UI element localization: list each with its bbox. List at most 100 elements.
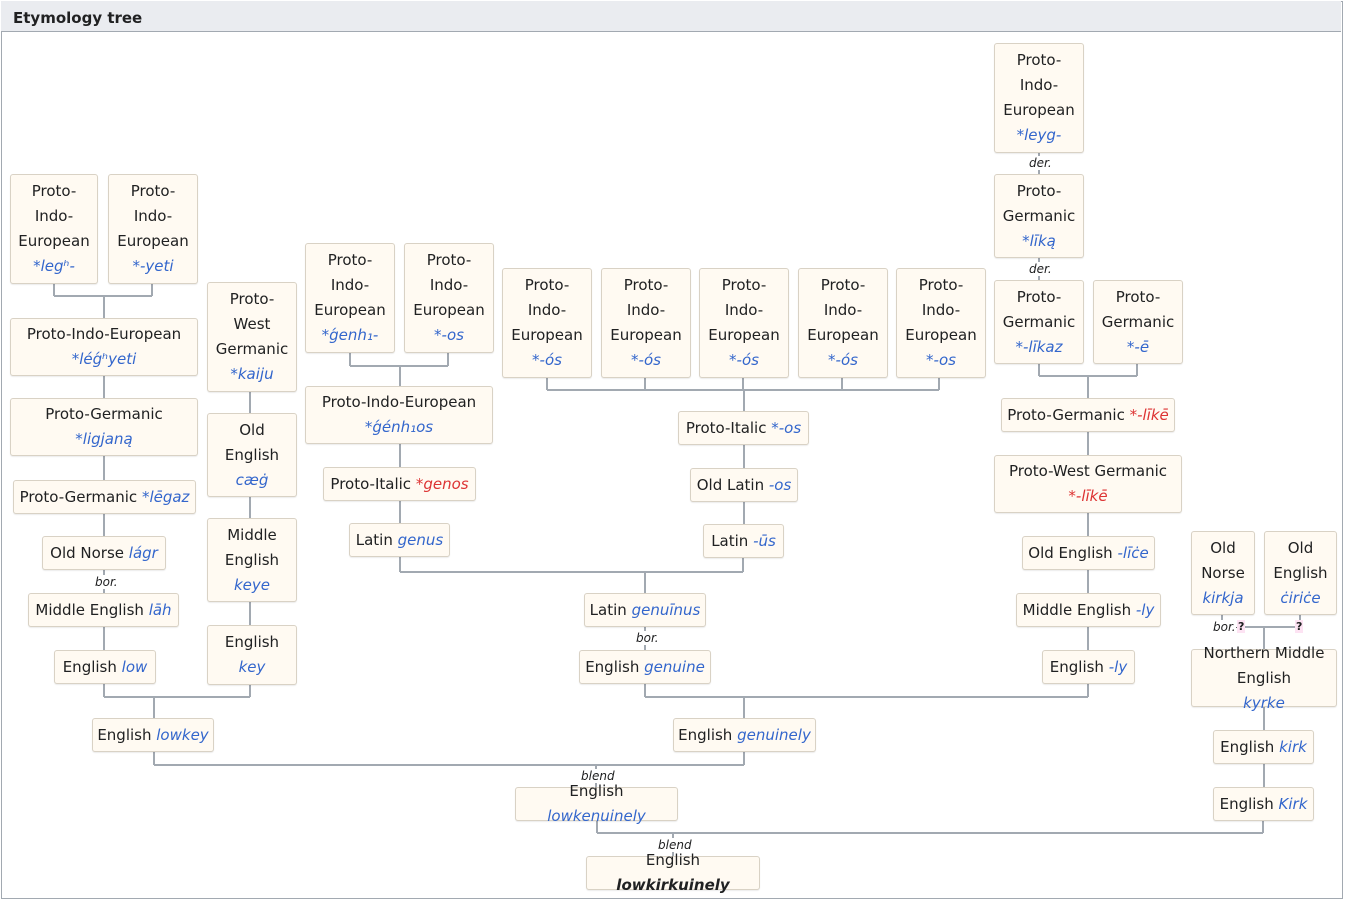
language-label: Old English: [224, 420, 280, 464]
etymon-node-pg-e: Proto- Germanic *-ē: [1093, 280, 1183, 364]
language-label: Proto- Indo- European: [511, 276, 583, 344]
term-link[interactable]: *-os: [434, 326, 464, 344]
etymon-node-pie-os1: Proto- Indo- European *-os: [404, 243, 494, 353]
language-label: Old Latin: [696, 475, 765, 494]
language-label: English: [1220, 737, 1275, 756]
term-link[interactable]: *genos: [416, 475, 469, 493]
term-link[interactable]: low: [122, 658, 148, 676]
edge-label-der: der.: [1027, 156, 1054, 170]
etymon-node-pg-likaz: Proto- Germanic *-līkaz: [994, 280, 1084, 364]
language-label: Proto- West Germanic: [215, 290, 289, 358]
term-link[interactable]: genus: [398, 531, 444, 549]
term-link[interactable]: *-os: [926, 351, 956, 369]
term-link[interactable]: *-os: [771, 419, 801, 437]
edge-label-bor: bor.: [634, 631, 661, 645]
etymon-node-pwg-like: Proto-West Germanic *-līkē: [994, 455, 1182, 513]
language-label: English: [569, 782, 624, 800]
term-link[interactable]: lāh: [149, 601, 172, 619]
term-link[interactable]: -ly: [1136, 601, 1154, 619]
etymon-node-la-genus: Latin genus: [349, 523, 450, 557]
language-label: Latin: [711, 531, 749, 550]
language-label: Old English: [1273, 538, 1328, 582]
edge-label-bor: bor.: [93, 575, 120, 589]
term-link[interactable]: *-ós: [532, 351, 562, 369]
language-label: Proto-Germanic: [1007, 405, 1125, 424]
term-link[interactable]: *-ós: [631, 351, 661, 369]
etymon-node-pie-genh: Proto- Indo- European *ǵenh₁-: [305, 243, 395, 353]
term-link[interactable]: *-līkē: [1068, 487, 1107, 505]
language-label: Proto- Indo- European: [905, 276, 977, 344]
term-link[interactable]: -ly: [1109, 658, 1127, 676]
term-link[interactable]: genuīnus: [632, 601, 701, 619]
term-link[interactable]: genuine: [644, 658, 705, 676]
term-link[interactable]: *līką: [1022, 232, 1056, 250]
term-link[interactable]: *-yeti: [132, 257, 173, 275]
etymon-node-en-kirk: English kirk: [1213, 730, 1314, 764]
etymon-node-pie-leyg: Proto- Indo- European *leyg-: [994, 43, 1084, 153]
term-link[interactable]: *ǵénh₁os: [365, 418, 433, 436]
etymon-node-en-Kirk: English Kirk: [1213, 787, 1314, 821]
language-label: Proto-Indo-European: [321, 393, 477, 411]
language-label: Proto-Germanic: [45, 405, 163, 423]
language-label: Proto-Italic: [685, 418, 767, 437]
language-label: Middle English: [224, 525, 280, 569]
etymon-node-pg-lika: Proto- Germanic *līką: [994, 174, 1084, 258]
term-link[interactable]: -os: [769, 476, 791, 494]
term-link[interactable]: *-ē: [1127, 338, 1149, 356]
term-link[interactable]: kirk: [1279, 738, 1307, 756]
term-link[interactable]: *legʰ-: [33, 257, 75, 275]
language-label: Proto-Italic: [330, 474, 412, 493]
term-link[interactable]: kyrke: [1243, 694, 1285, 712]
term-link[interactable]: *-līkē: [1130, 406, 1169, 424]
edge-label-der: der.: [1027, 262, 1054, 276]
language-label: English: [97, 725, 152, 744]
etymon-node-en-key: English key: [207, 625, 297, 685]
etymon-node-pg-ligjana: Proto-Germanic *ligjaną: [10, 398, 198, 456]
language-label: English: [62, 657, 117, 676]
etymon-node-pie-leghyeti: Proto-Indo-European *léǵʰyeti: [10, 318, 198, 376]
term-link[interactable]: kirkja: [1202, 589, 1243, 607]
language-label: Old Norse: [1201, 538, 1245, 582]
etymon-node-en-lowkirkuinely: English lowkirkuinely: [586, 851, 760, 894]
etymon-node-oe-lice: Old English -līċe: [1022, 536, 1155, 570]
term-link[interactable]: genuinely: [737, 726, 811, 744]
etymon-node-pie-os5: Proto- Indo- European *-ós: [798, 268, 888, 378]
term-link[interactable]: *-ós: [828, 351, 858, 369]
language-label: Northern Middle English: [1203, 643, 1325, 687]
language-label: Proto- Indo- European: [117, 182, 189, 250]
etymon-node-pwg-kaiju: Proto- West Germanic *kaiju: [207, 282, 297, 392]
etymon-node-en-genuinely: English genuinely: [673, 718, 816, 752]
etymon-node-pg-like: Proto-Germanic *-līkē: [1001, 398, 1175, 432]
etymon-node-me-lah: Middle English lāh: [28, 593, 179, 627]
term-link[interactable]: *-ós: [729, 351, 759, 369]
language-label: Proto- Germanic: [1002, 287, 1076, 331]
term-link[interactable]: lowkey: [156, 726, 208, 744]
language-label: Latin: [355, 530, 393, 549]
term-link[interactable]: *lēgaz: [142, 488, 189, 506]
term-link[interactable]: cæġ: [236, 471, 269, 489]
term-link[interactable]: *kaiju: [230, 365, 273, 383]
term-link[interactable]: lowkenuinely: [547, 807, 646, 825]
term-link[interactable]: keye: [234, 576, 270, 594]
etymon-node-pit-os: Proto-Italic *-os: [678, 411, 809, 445]
term-link[interactable]: *leyg-: [1017, 126, 1062, 144]
term-link[interactable]: *léǵʰyeti: [72, 350, 137, 368]
term-link[interactable]: *-līkaz: [1015, 338, 1062, 356]
term-link[interactable]: -ūs: [753, 532, 776, 550]
language-label: Old Norse: [50, 543, 125, 562]
term-link[interactable]: key: [239, 658, 266, 676]
term-link[interactable]: *ǵenh₁-: [322, 326, 379, 344]
etymon-node-pit-genos: Proto-Italic *genos: [323, 467, 476, 501]
etymon-node-pie-yeti: Proto- Indo- European *-yeti: [108, 174, 198, 284]
term-link[interactable]: Kirk: [1279, 795, 1308, 813]
etymon-node-on-lagr: Old Norse lágr: [42, 536, 166, 570]
etymon-node-en-lowkenuinely: English lowkenuinely: [515, 782, 678, 825]
etymon-node-la-us: Latin -ūs: [703, 524, 784, 558]
etymon-node-pie-genhos: Proto-Indo-European *ǵénh₁os: [305, 386, 493, 444]
term-link: lowkirkuinely: [616, 876, 730, 894]
term-link[interactable]: lágr: [129, 544, 158, 562]
term-link[interactable]: *ligjaną: [75, 430, 132, 448]
term-link[interactable]: -līċe: [1117, 544, 1148, 562]
language-label: Proto-Germanic: [19, 487, 138, 506]
term-link[interactable]: ċiriċe: [1280, 589, 1320, 607]
